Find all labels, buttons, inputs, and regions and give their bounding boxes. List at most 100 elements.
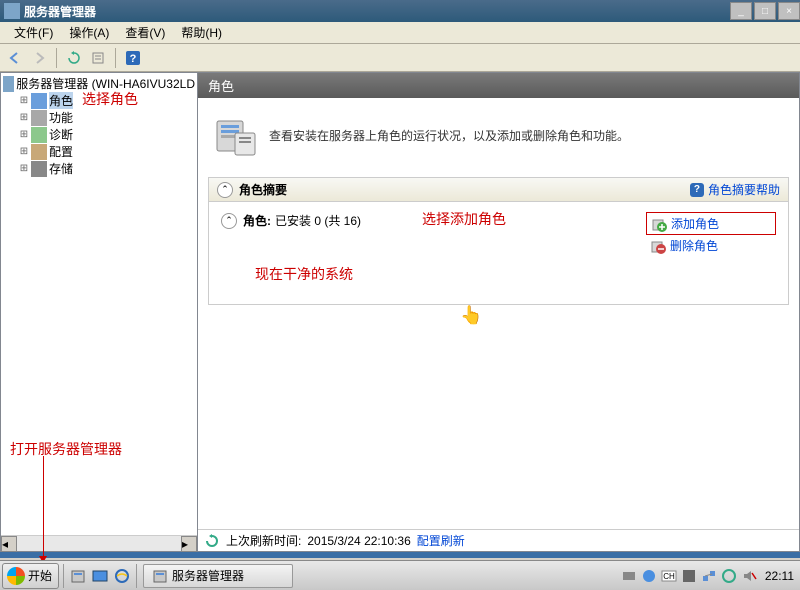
expand-icon[interactable]: ⊞ (17, 95, 31, 106)
tree-item-storage[interactable]: ⊞ 存储 (3, 160, 195, 177)
taskbar-task-server-manager[interactable]: 服务器管理器 (143, 564, 293, 588)
tray-icon[interactable] (721, 568, 737, 584)
remove-role-link[interactable]: 删除角色 (646, 235, 776, 256)
tree-root[interactable]: 服务器管理器 (WIN-HA6IVU32LD (3, 75, 195, 92)
description-row: 查看安装在服务器上角色的运行状况，以及添加或删除角色和功能。 (208, 108, 789, 162)
add-icon (651, 216, 667, 232)
tree-label: 角色 (49, 92, 73, 109)
maximize-button[interactable]: □ (754, 2, 776, 20)
menubar: 文件(F) 操作(A) 查看(V) 帮助(H) (0, 22, 800, 44)
ie-icon[interactable] (112, 566, 132, 586)
expand-icon[interactable]: ⊞ (17, 163, 31, 174)
svg-text:?: ? (130, 53, 137, 65)
server-icon (3, 76, 14, 92)
tree-label: 功能 (49, 109, 73, 126)
status-bar: 上次刷新时间: 2015/3/24 22:10:36 配置刷新 (198, 529, 799, 551)
remove-role-text: 删除角色 (670, 237, 718, 254)
menu-help[interactable]: 帮助(H) (173, 22, 230, 43)
scroll-left-button[interactable]: ◂ (1, 536, 17, 552)
toolbar-separator (115, 48, 116, 68)
system-tray: CH 22:11 (621, 568, 800, 584)
collapse-icon[interactable]: ⌃ (221, 213, 237, 229)
close-button[interactable]: × (778, 2, 800, 20)
help-icon[interactable]: ? (122, 47, 144, 69)
description-text: 查看安装在服务器上角色的运行状况，以及添加或删除角色和功能。 (269, 127, 629, 144)
navigation-tree[interactable]: 服务器管理器 (WIN-HA6IVU32LD ⊞ 角色 ⊞ 功能 ⊞ 诊断 ⊞ … (1, 73, 197, 535)
main-area: 服务器管理器 (WIN-HA6IVU32LD ⊞ 角色 ⊞ 功能 ⊞ 诊断 ⊞ … (0, 72, 800, 552)
nav-back-button[interactable] (4, 47, 26, 69)
tray-icon[interactable] (681, 568, 697, 584)
panel-title: 角色摘要 (239, 181, 287, 198)
expand-icon[interactable]: ⊞ (17, 129, 31, 140)
horizontal-scrollbar[interactable]: ◂ ▸ (1, 535, 197, 551)
taskbar: 开始 服务器管理器 CH 22:11 (0, 560, 800, 590)
help-link-text: 角色摘要帮助 (708, 181, 780, 198)
tree-item-roles[interactable]: ⊞ 角色 (3, 92, 195, 109)
expand-icon[interactable]: ⊞ (17, 146, 31, 157)
refresh-status-icon (204, 533, 220, 549)
refresh-icon[interactable] (63, 47, 85, 69)
content-body: 查看安装在服务器上角色的运行状况，以及添加或删除角色和功能。 ⌃ 角色摘要 ? … (198, 98, 799, 529)
content-heading: 角色 (198, 73, 799, 98)
add-role-text: 添加角色 (671, 215, 719, 232)
nav-forward-button[interactable] (28, 47, 50, 69)
tray-volume-icon[interactable] (741, 568, 757, 584)
collapse-icon[interactable]: ⌃ (217, 182, 233, 198)
toolbar-separator (56, 48, 57, 68)
menu-view[interactable]: 查看(V) (117, 22, 173, 43)
roles-count: ⌃ 角色: 已安装 0 (共 16) (221, 212, 361, 229)
start-label: 开始 (28, 567, 52, 584)
tray-icon[interactable] (641, 568, 657, 584)
config-refresh-link[interactable]: 配置刷新 (417, 532, 465, 549)
tree-panel: 服务器管理器 (WIN-HA6IVU32LD ⊞ 角色 ⊞ 功能 ⊞ 诊断 ⊞ … (0, 72, 198, 552)
storage-icon (31, 161, 47, 177)
add-role-link[interactable]: 添加角色 (646, 212, 776, 235)
tray-network-icon[interactable] (701, 568, 717, 584)
help-icon: ? (690, 183, 704, 197)
roles-label: 角色: (243, 212, 271, 229)
tree-item-config[interactable]: ⊞ 配置 (3, 143, 195, 160)
tree-item-features[interactable]: ⊞ 功能 (3, 109, 195, 126)
show-desktop-icon[interactable] (90, 566, 110, 586)
toolbar: ? (0, 44, 800, 72)
minimize-button[interactable]: _ (730, 2, 752, 20)
tray-language-icon[interactable]: CH (661, 568, 677, 584)
annotation-arrow (43, 456, 44, 561)
properties-icon[interactable] (87, 47, 109, 69)
titlebar: 服务器管理器 _ □ × (0, 0, 800, 22)
server-roles-icon (213, 113, 257, 157)
menu-action[interactable]: 操作(A) (61, 22, 117, 43)
tree-item-diagnostics[interactable]: ⊞ 诊断 (3, 126, 195, 143)
roles-summary-panel: ⌃ 角色摘要 ? 角色摘要帮助 ⌃ 角色: 已安装 0 (共 16) (208, 177, 789, 305)
remove-icon (650, 238, 666, 254)
task-icon (152, 568, 168, 584)
clean-system-annotation: 现在干净的系统 (255, 264, 776, 284)
taskbar-clock[interactable]: 22:11 (765, 569, 794, 583)
quick-launch (63, 564, 137, 588)
roles-row: ⌃ 角色: 已安装 0 (共 16) 添加角色 删除角色 (221, 212, 776, 256)
tray-icon[interactable] (621, 568, 637, 584)
desktop-gap (0, 552, 800, 558)
summary-help-link[interactable]: ? 角色摘要帮助 (690, 181, 780, 198)
content-panel: 角色 查看安装在服务器上角色的运行状况，以及添加或删除角色和功能。 ⌃ 角色摘要… (198, 72, 800, 552)
server-manager-quick-icon[interactable] (68, 566, 88, 586)
features-icon (31, 110, 47, 126)
scroll-right-button[interactable]: ▸ (181, 536, 197, 552)
window-controls: _ □ × (728, 2, 800, 20)
expand-icon[interactable]: ⊞ (17, 112, 31, 123)
status-time: 2015/3/24 22:10:36 (307, 534, 410, 548)
windows-orb-icon (7, 567, 25, 585)
status-prefix: 上次刷新时间: (226, 532, 301, 549)
tree-label: 存储 (49, 160, 73, 177)
panel-header: ⌃ 角色摘要 ? 角色摘要帮助 (209, 178, 788, 202)
window-title: 服务器管理器 (24, 3, 96, 20)
menu-file[interactable]: 文件(F) (6, 22, 61, 43)
roles-icon (31, 93, 47, 109)
start-button[interactable]: 开始 (2, 563, 59, 589)
roles-value: 已安装 0 (共 16) (275, 212, 361, 229)
tree-label: 诊断 (49, 126, 73, 143)
app-icon (4, 3, 20, 19)
tree-root-label: 服务器管理器 (WIN-HA6IVU32LD (16, 75, 195, 92)
task-label: 服务器管理器 (172, 567, 244, 584)
scroll-track[interactable] (17, 536, 181, 551)
